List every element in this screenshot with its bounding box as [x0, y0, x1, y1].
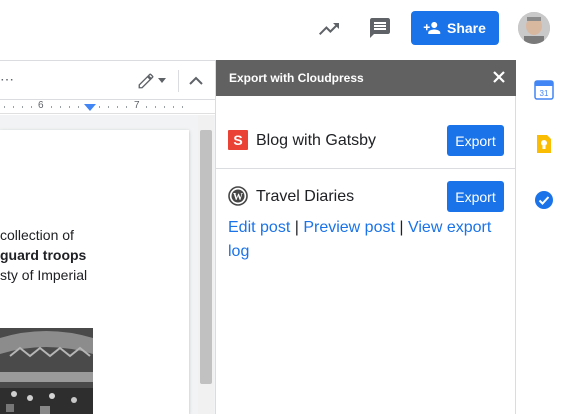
- side-panel: 31: [516, 60, 566, 414]
- avatar[interactable]: [518, 12, 550, 44]
- panel-header: Export with Cloudpress: [216, 60, 516, 96]
- pencil-icon[interactable]: [137, 72, 155, 90]
- close-icon[interactable]: [492, 70, 506, 84]
- document-canvas: collection of guard troops sty of Imperi…: [0, 115, 215, 414]
- link-separator: |: [399, 219, 408, 236]
- preview-post-link[interactable]: Preview post: [303, 219, 395, 236]
- ruler[interactable]: 6 7: [0, 100, 215, 114]
- document-page[interactable]: collection of guard troops sty of Imperi…: [0, 130, 189, 414]
- wordpress-icon: W: [228, 186, 248, 206]
- indent-marker[interactable]: [84, 104, 96, 111]
- site-row-travel-diaries: W Travel Diaries Export Edit post | Prev…: [216, 170, 516, 290]
- export-button-travel-diaries[interactable]: Export: [447, 181, 504, 212]
- comment-icon[interactable]: [368, 16, 392, 40]
- toolbar-divider: [178, 70, 179, 92]
- doc-toolbar: ⋯: [0, 60, 215, 100]
- post-links: Edit post | Preview post | View export l…: [228, 216, 508, 264]
- doc-photo[interactable]: [0, 328, 93, 414]
- svg-text:S: S: [233, 132, 242, 148]
- site-row-gatsby: S Blog with Gatsby Export: [216, 97, 516, 169]
- gatsby-s-icon: S: [228, 130, 248, 150]
- trending-icon[interactable]: [317, 17, 341, 41]
- ruler-ticks: [4, 106, 183, 108]
- tasks-icon[interactable]: [534, 190, 554, 210]
- doc-text-line-bold: guard troops: [0, 247, 87, 263]
- panel-title: Export with Cloudpress: [229, 71, 364, 85]
- site-name: Blog with Gatsby: [256, 132, 377, 149]
- share-button[interactable]: Share: [411, 11, 499, 45]
- photo-hangar-image: [0, 328, 93, 414]
- edit-post-link[interactable]: Edit post: [228, 219, 290, 236]
- person-add-icon: [423, 22, 441, 34]
- cloudpress-panel: Export with Cloudpress S Blog with Gatsb…: [215, 60, 516, 414]
- doc-text-line: sty of Imperial: [0, 267, 88, 283]
- doc-text-line: collection of: [0, 227, 74, 243]
- top-app-bar: Share: [0, 0, 566, 60]
- keep-icon[interactable]: [534, 134, 554, 154]
- ruler-label-7: 7: [134, 100, 140, 111]
- more-options-button[interactable]: ⋯: [0, 71, 15, 88]
- svg-text:W: W: [233, 192, 243, 203]
- avatar-image: [518, 12, 550, 44]
- export-button-gatsby[interactable]: Export: [447, 125, 504, 156]
- ruler-label-6: 6: [38, 100, 44, 111]
- chevron-down-icon[interactable]: [158, 78, 166, 84]
- app-window: Share ⋯ 6 7 collection of guard troops s…: [0, 0, 566, 414]
- collapse-icon[interactable]: [188, 73, 204, 89]
- calendar-icon[interactable]: 31: [534, 80, 554, 100]
- site-name: Travel Diaries: [256, 188, 355, 205]
- share-label: Share: [447, 20, 486, 36]
- scrollbar-thumb[interactable]: [200, 130, 212, 384]
- calendar-day: 31: [540, 89, 549, 98]
